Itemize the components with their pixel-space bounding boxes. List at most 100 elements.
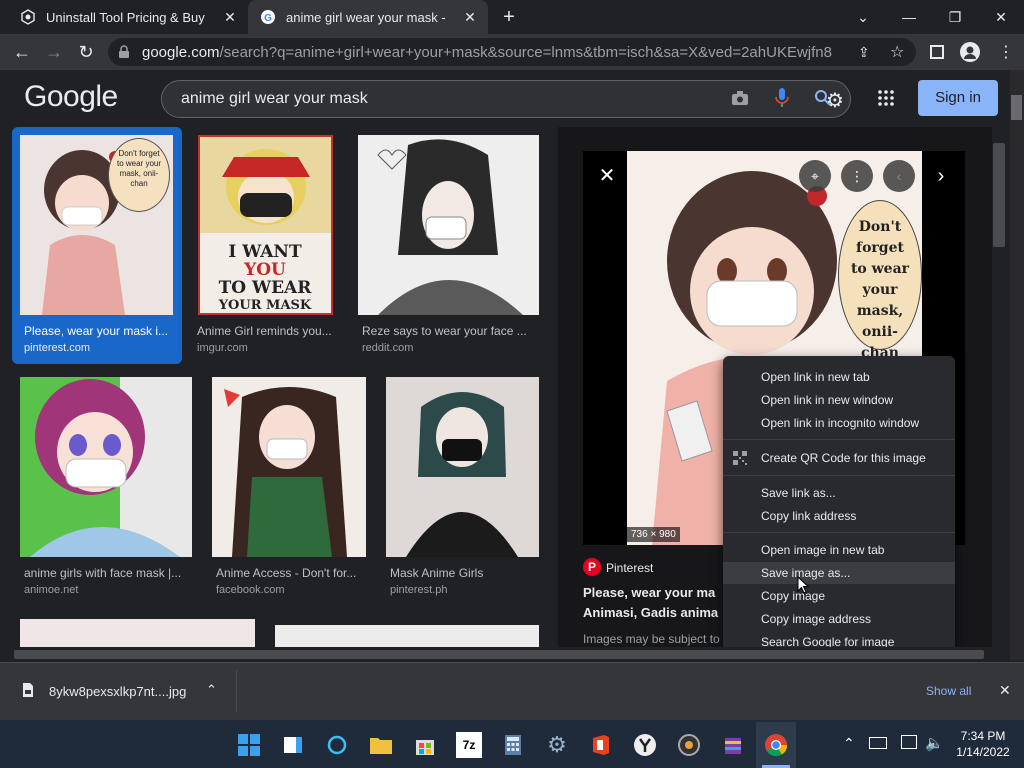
restore-button[interactable]: ❐ [942, 4, 968, 30]
forward-button[interactable]: → [42, 40, 66, 64]
result-caption[interactable]: Please, wear your mask i... [24, 324, 174, 338]
result-source[interactable]: imgur.com [197, 342, 248, 354]
clock-time[interactable]: 7:34 PM [957, 729, 1009, 743]
close-window-button[interactable]: ✕ [988, 4, 1014, 30]
google-icon: G [260, 9, 276, 25]
result-caption[interactable]: Reze says to wear your face ... [362, 324, 537, 338]
reload-button[interactable]: ↻ [74, 40, 98, 64]
google-logo[interactable]: Google [24, 80, 118, 114]
result-caption[interactable]: Anime Access - Don't for... [216, 566, 364, 580]
result-image-6[interactable] [386, 377, 539, 557]
result-image-3[interactable] [358, 135, 539, 315]
svg-text:G: G [264, 13, 272, 24]
microphone-icon[interactable] [775, 87, 789, 114]
7zip-icon[interactable]: 7z [456, 732, 482, 758]
windows-start-icon[interactable] [236, 732, 262, 758]
result-image-5[interactable] [212, 377, 366, 557]
poster-you: YOU [244, 260, 286, 280]
close-tab-icon[interactable]: ✕ [222, 9, 238, 25]
vertical-scroll-thumb[interactable] [993, 143, 1005, 247]
page-scroll-thumb[interactable] [1011, 95, 1022, 120]
close-download-bar-icon[interactable]: ✕ [999, 682, 1011, 699]
menu-create-qr-code[interactable]: Create QR Code for this image [723, 447, 955, 469]
media-player-icon[interactable] [676, 732, 702, 758]
result-image-8[interactable] [275, 625, 539, 647]
store-icon[interactable] [412, 732, 438, 758]
next-icon[interactable]: › [925, 160, 957, 192]
chevron-up-icon[interactable]: ⌃ [206, 682, 217, 698]
menu-separator [723, 532, 955, 533]
menu-copy-image-address[interactable]: Copy image address [723, 608, 955, 630]
menu-open-link-new-window[interactable]: Open link in new window [723, 389, 955, 411]
menu-save-link-as[interactable]: Save link as... [723, 482, 955, 504]
office-icon[interactable] [588, 732, 614, 758]
divider [236, 670, 237, 712]
tab-google-search[interactable]: G anime girl wear your mask - Goo ✕ [248, 0, 488, 34]
tray-chevron-up-icon[interactable]: ⌃ [843, 735, 855, 752]
close-tab-icon[interactable]: ✕ [462, 9, 478, 25]
result-caption[interactable]: anime girls with face mask |... [24, 566, 189, 580]
copyright-note: Images may be subject to [583, 632, 720, 646]
pinterest-icon: P [583, 558, 601, 576]
task-view-icon[interactable] [280, 732, 306, 758]
horizontal-scroll-thumb[interactable] [14, 650, 984, 659]
result-source[interactable]: reddit.com [362, 342, 413, 354]
image-dimensions: 736 × 980 [627, 527, 680, 542]
lock-icon[interactable] [118, 45, 132, 59]
yandex-browser-icon[interactable] [632, 732, 658, 758]
result-source[interactable]: pinterest.com [24, 342, 90, 354]
clock-date[interactable]: 1/14/2022 [955, 745, 1011, 759]
winrar-icon[interactable] [720, 732, 746, 758]
search-query[interactable]: anime girl wear your mask [181, 90, 368, 108]
page-scrollbar[interactable] [1010, 70, 1024, 660]
bookmark-star-icon[interactable]: ☆ [890, 42, 904, 62]
result-source[interactable]: facebook.com [216, 584, 284, 596]
preview-speech-bubble: Don't forget to wear your mask, onii-cha… [838, 200, 922, 361]
camera-icon[interactable] [731, 90, 749, 111]
file-explorer-icon[interactable] [368, 732, 394, 758]
sign-in-button[interactable]: Sign in [918, 80, 998, 116]
result-image-4[interactable] [20, 377, 192, 557]
download-filename[interactable]: 8ykw8pexsxlkp7nt....jpg [49, 684, 186, 699]
result-source[interactable]: animoe.net [24, 584, 78, 596]
menu-open-image-new-tab[interactable]: Open image in new tab [723, 539, 955, 561]
menu-kebab-icon[interactable]: ⋮ [998, 42, 1014, 62]
back-button[interactable]: ← [10, 40, 34, 64]
result-image-7[interactable] [20, 619, 255, 647]
previous-icon[interactable]: ‹ [883, 160, 915, 192]
settings-gear-icon[interactable]: ⚙ [826, 88, 844, 113]
result-source[interactable]: pinterest.ph [390, 584, 447, 596]
settings-icon[interactable]: ⚙ [544, 732, 570, 758]
menu-copy-link-address[interactable]: Copy link address [723, 505, 955, 527]
tab-uninstall-tool[interactable]: Uninstall Tool Pricing & Buy ✕ [8, 0, 248, 34]
new-tab-button[interactable]: + [498, 6, 520, 28]
menu-open-link-incognito[interactable]: Open link in incognito window [723, 412, 955, 434]
minimize-button[interactable]: — [896, 4, 922, 30]
preview-title[interactable]: Please, wear your ma [583, 585, 715, 600]
menu-copy-image[interactable]: Copy image [723, 585, 955, 607]
visual-search-icon[interactable]: ⌖ [799, 160, 831, 192]
more-options-icon[interactable]: ⋮ [841, 160, 873, 192]
network-icon[interactable] [901, 735, 917, 749]
cortana-icon[interactable] [324, 732, 350, 758]
result-caption[interactable]: Mask Anime Girls [390, 566, 538, 580]
profile-icon[interactable] [960, 42, 980, 62]
tab-search-icon[interactable]: ⌄ [850, 4, 876, 30]
side-panel-icon[interactable] [930, 45, 944, 59]
calculator-icon[interactable] [500, 732, 526, 758]
url-path: /search?q=anime+girl+wear+your+mask&sour… [219, 44, 832, 61]
apps-grid-icon[interactable] [878, 90, 894, 111]
keyboard-icon[interactable] [869, 737, 887, 749]
chrome-icon[interactable] [763, 732, 789, 758]
menu-open-link-new-tab[interactable]: Open link in new tab [723, 366, 955, 388]
menu-save-image-as[interactable]: Save image as... [723, 562, 955, 584]
share-icon[interactable]: ⇪ [858, 44, 870, 61]
preview-source[interactable]: Pinterest [606, 561, 653, 575]
result-caption[interactable]: Anime Girl reminds you... [197, 324, 337, 338]
show-all-downloads[interactable]: Show all [926, 684, 971, 698]
menu-separator [723, 475, 955, 476]
volume-icon[interactable]: 🔈 [925, 734, 944, 752]
preview-title-line2[interactable]: Animasi, Gadis anima [583, 605, 718, 620]
url-text[interactable]: google.com/search?q=anime+girl+wear+your… [142, 44, 832, 61]
close-preview-icon[interactable]: ✕ [591, 160, 623, 192]
